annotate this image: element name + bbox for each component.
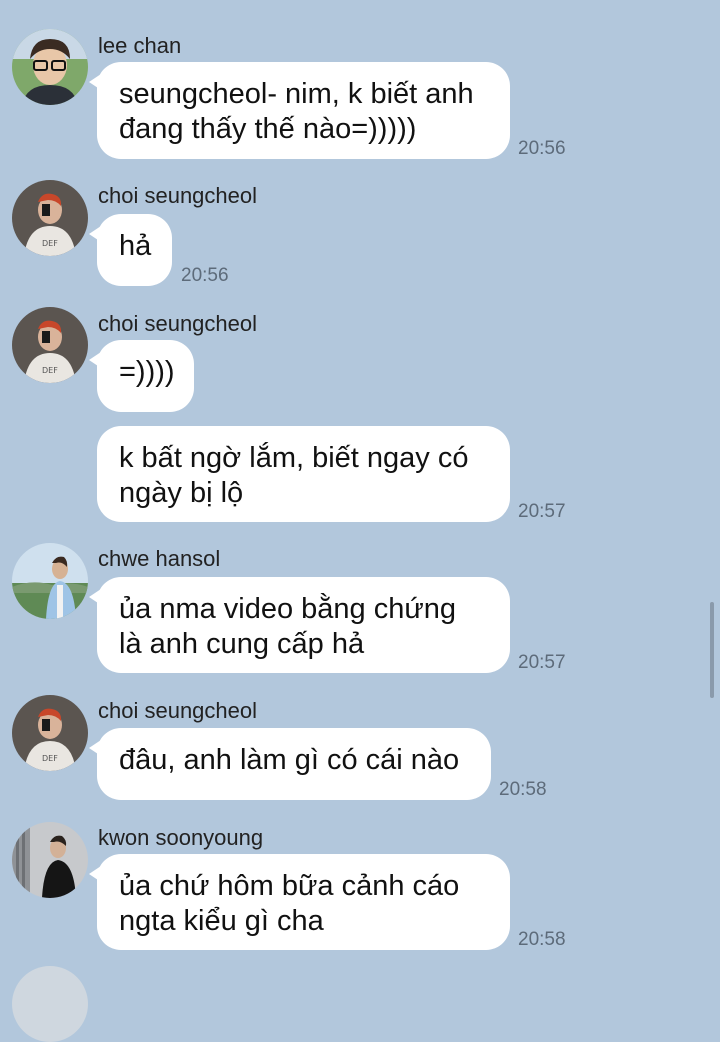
message-time: 20:56 (518, 138, 566, 159)
message-bubble[interactable]: đâu, anh làm gì có cái nào (89, 728, 491, 800)
message-text-line: ngta kiểu gì cha (119, 905, 324, 937)
message-time: 20:57 (518, 652, 566, 673)
bubble-tail (89, 589, 101, 605)
sender-name: lee chan (98, 33, 182, 58)
message-text-line: =)))) (119, 356, 175, 388)
svg-text:DEF: DEF (42, 239, 58, 248)
message-text-line: ủa chứ hôm bữa cảnh cáo (119, 870, 460, 902)
message-text-line: đâu, anh làm gì có cái nào (119, 744, 460, 776)
scrollbar-thumb[interactable] (710, 602, 714, 698)
avatar-choi-seungcheol[interactable]: DEF (12, 180, 88, 256)
bubble-tail (89, 740, 101, 756)
svg-text:DEF: DEF (42, 366, 58, 375)
avatar-choi-seungcheol[interactable]: DEF (12, 695, 88, 771)
sender-name: choi seungcheol (98, 698, 258, 723)
sender-name: kwon soonyoung (98, 825, 264, 850)
sender-name: chwe hansol (98, 546, 221, 571)
message-text-line: ngày bị lộ (119, 477, 244, 509)
bubble-tail (89, 866, 101, 882)
message-bubble[interactable]: ủa nma video bằng chứng là anh cung cấp … (89, 577, 510, 673)
sender-name: choi seungcheol (98, 183, 258, 208)
message-bubble[interactable]: hả (89, 214, 172, 286)
avatar-next[interactable] (12, 966, 88, 1042)
bubble-tail (89, 226, 101, 242)
message-bubble[interactable]: k bất ngờ lắm, biết ngay có ngày bị lộ (97, 426, 510, 522)
message-text-line: seungcheol- nim, k biết anh (119, 78, 474, 110)
message-bubble[interactable]: seungcheol- nim, k biết anh đang thấy th… (89, 62, 510, 159)
bubble-tail (89, 352, 101, 368)
message-bubble[interactable]: ủa chứ hôm bữa cảnh cáo ngta kiểu gì cha (89, 854, 510, 950)
message-time: 20:58 (518, 929, 566, 950)
message-text-line: k bất ngờ lắm, biết ngay có (119, 442, 469, 474)
message-text-line: là anh cung cấp hả (119, 628, 365, 660)
avatar-choi-seungcheol[interactable]: DEF (12, 307, 88, 383)
message-text-line: đang thấy thế nào=))))) (119, 113, 417, 145)
message-time: 20:56 (181, 265, 229, 286)
message-time: 20:58 (499, 779, 547, 800)
message-text-line: ủa nma video bằng chứng (119, 593, 457, 625)
sender-name: choi seungcheol (98, 311, 258, 336)
avatar-lee-chan[interactable] (12, 29, 88, 105)
message-time: 20:57 (518, 501, 566, 522)
avatar-kwon-soonyoung[interactable] (12, 822, 88, 898)
message-bubble[interactable]: =)))) (89, 340, 194, 412)
bubble-tail (89, 74, 101, 90)
svg-text:DEF: DEF (42, 754, 58, 763)
avatar-chwe-hansol[interactable] (12, 543, 88, 619)
message-text-line: hả (119, 230, 152, 262)
